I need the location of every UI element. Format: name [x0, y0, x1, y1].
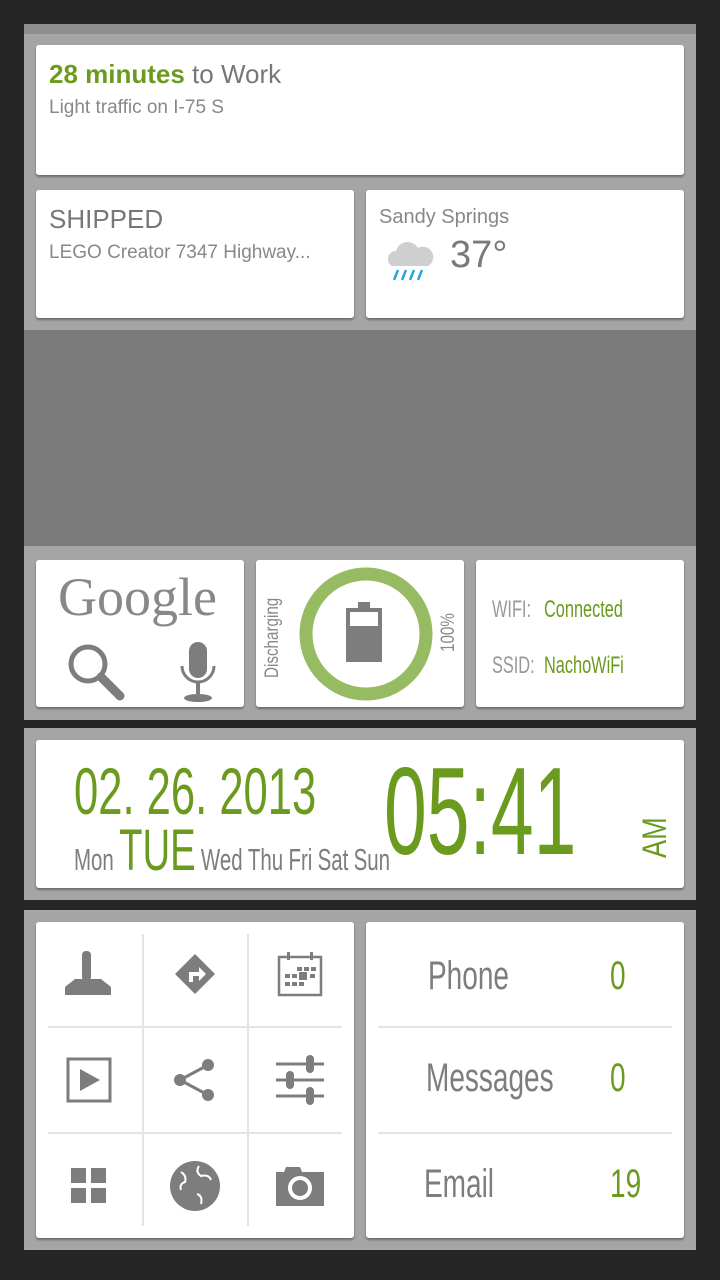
counter-email[interactable]: Email 19 [378, 1132, 672, 1236]
google-search-widget[interactable]: Google [36, 560, 244, 707]
apps-grid-icon[interactable] [36, 1134, 142, 1238]
joystick-icon[interactable] [36, 922, 142, 1026]
microphone-icon[interactable] [176, 640, 220, 704]
clock-widget[interactable]: 02. 26. 2013 MonTUE Wed Thu Fri Sat Sun 05:41… [36, 740, 684, 888]
weekday-fri: Fri [288, 842, 313, 877]
counter-label: Email [424, 1161, 495, 1206]
weekday-tue: TUE [119, 818, 196, 883]
settings-sliders-icon[interactable] [247, 1028, 353, 1132]
time-text: 05:41 [384, 743, 577, 881]
counter-value: 19 [610, 1161, 642, 1206]
wifi-status: Connected [544, 596, 623, 623]
counter-messages[interactable]: Messages 0 [378, 1026, 672, 1130]
counter-label: Phone [428, 953, 509, 998]
google-logo: Google [58, 567, 217, 627]
empty-area [24, 330, 696, 546]
search-icon[interactable] [64, 640, 128, 704]
ssid-value: NachoWiFi [544, 652, 624, 679]
commute-minutes: 28 minutes [49, 59, 185, 89]
ampm-text: AM [636, 817, 674, 858]
counter-label: Messages [426, 1055, 554, 1100]
weekday-sat: Sat [317, 842, 349, 877]
shortcuts-grid [36, 922, 354, 1238]
battery-status: Discharging [262, 597, 283, 678]
package-item: LEGO Creator 7347 Highway... [49, 242, 311, 263]
counter-value: 0 [610, 1055, 626, 1100]
commute-destination: to Work [184, 59, 282, 89]
wifi-widget[interactable]: WIFI: Connected SSID: NachoWiFi [476, 560, 684, 707]
camera-icon[interactable] [247, 1134, 353, 1238]
rain-cloud-icon [387, 242, 434, 281]
ssid-label: SSID: [492, 652, 535, 679]
counter-phone[interactable]: Phone 0 [378, 924, 672, 1028]
counter-value: 0 [610, 953, 626, 998]
package-card[interactable]: SHIPPED LEGO Creator 7347 Highway... [36, 190, 354, 318]
weather-location: Sandy Springs [379, 206, 510, 228]
battery-icon [346, 602, 382, 662]
traffic-text: Light traffic on I-75 S [49, 97, 224, 118]
package-status: SHIPPED [49, 204, 164, 234]
weekday-mon: Mon [74, 842, 114, 877]
directions-icon[interactable] [142, 922, 248, 1026]
notification-counters: Phone 0 Messages 0 Email 19 [366, 922, 684, 1238]
wifi-label: WIFI: [492, 596, 531, 623]
weekday-thu: Thu [247, 842, 284, 877]
battery-level: 100% [438, 613, 459, 652]
weekday-wed: Wed [200, 842, 243, 877]
play-icon[interactable] [36, 1028, 142, 1132]
weather-card[interactable]: Sandy Springs 37° [366, 190, 684, 318]
weather-temp: 37° [450, 234, 508, 276]
calendar-icon[interactable] [247, 922, 353, 1026]
commute-card[interactable]: 28 minutes to Work Light traffic on I-75… [36, 45, 684, 175]
date-text: 02. 26. 2013 [74, 754, 317, 828]
share-icon[interactable] [142, 1028, 248, 1132]
globe-icon[interactable] [142, 1134, 248, 1238]
battery-widget[interactable]: Discharging 100% [256, 560, 464, 707]
